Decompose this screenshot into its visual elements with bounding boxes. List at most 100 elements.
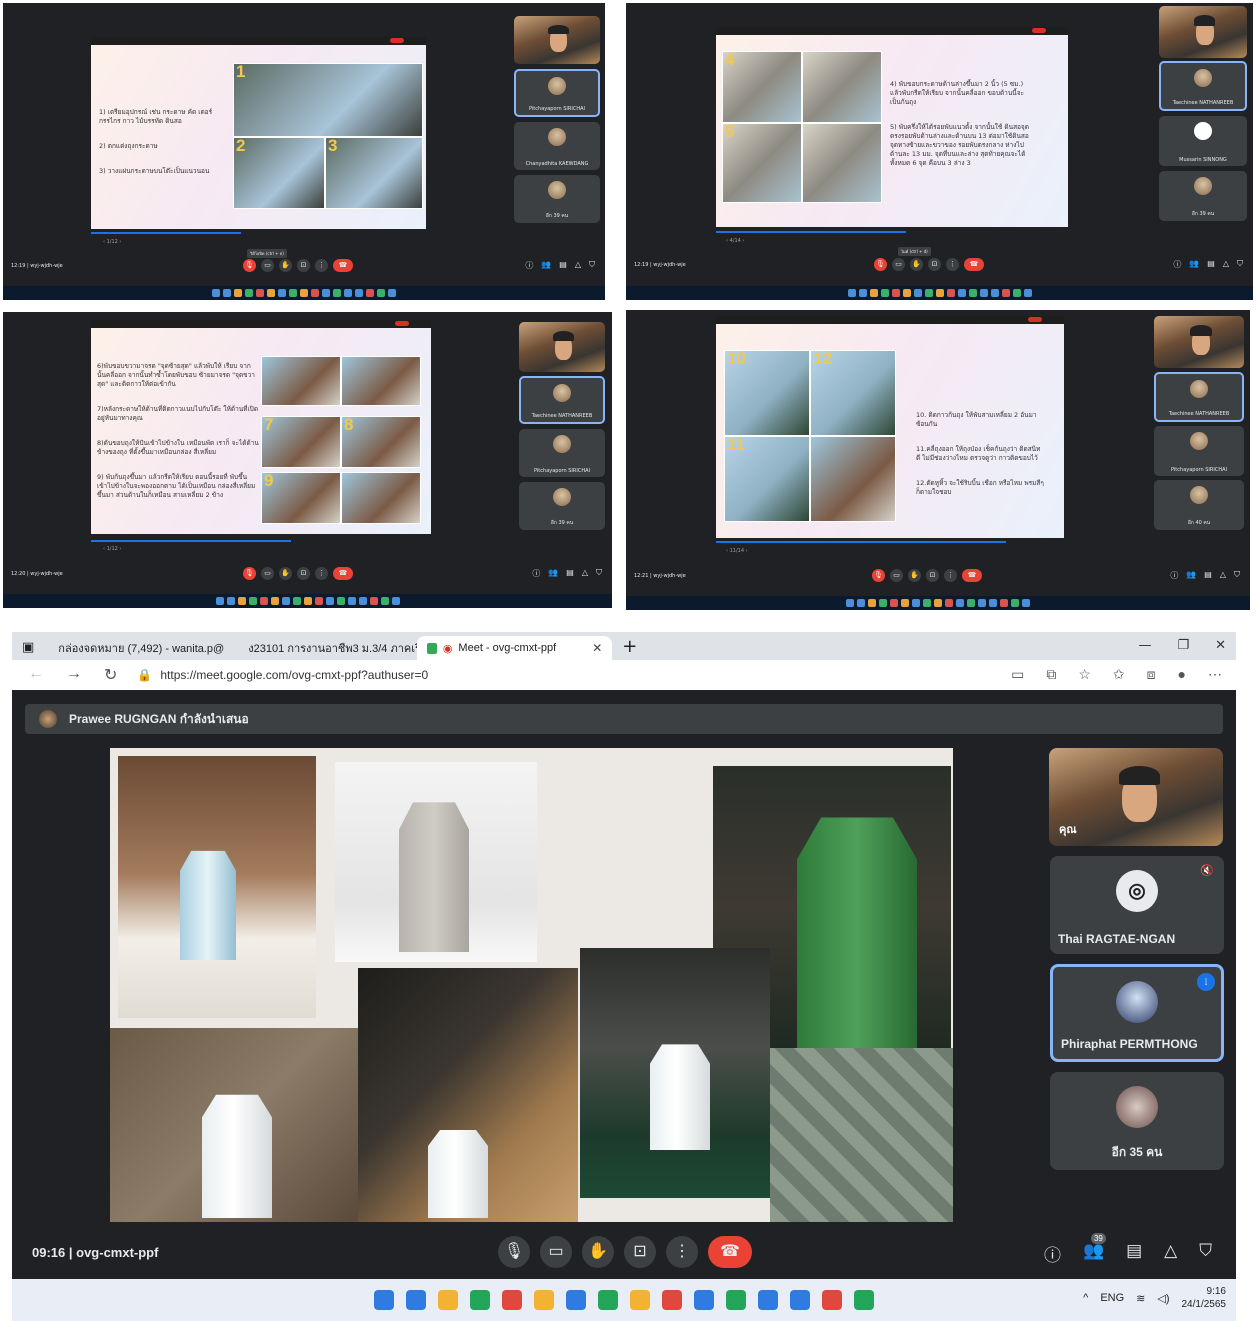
more-participants-tile[interactable]: อีก 39 คน [1159, 171, 1247, 221]
chat-icon[interactable]: ▤ [566, 568, 574, 579]
camera-button[interactable]: ▭ [261, 259, 274, 272]
more-participants-tile[interactable]: อีก 39 คน [514, 175, 600, 223]
present-button[interactable]: ⊡ [297, 567, 310, 580]
participant-tile[interactable]: Taechinee NATHANREEB [1159, 61, 1247, 111]
raise-hand-button[interactable]: ✋ [908, 569, 921, 582]
mic-button[interactable]: 🎙 [498, 1236, 530, 1268]
more-options-button[interactable]: ⋮ [315, 567, 328, 580]
search-icon[interactable] [406, 1290, 426, 1310]
collections-icon[interactable]: ⧈ [1147, 666, 1156, 683]
raise-hand-button[interactable]: ✋ [582, 1236, 614, 1268]
people-icon[interactable]: 👥 39 [1083, 1233, 1106, 1266]
start-icon[interactable] [847, 289, 856, 297]
hang-up-button[interactable]: ☎ [964, 258, 984, 271]
new-tab-button[interactable]: + [612, 636, 647, 660]
participant-tile[interactable]: Pitchayaporn SIRICHAI [514, 69, 600, 117]
hang-up-button[interactable]: ☎ [962, 569, 982, 582]
volume-icon[interactable]: ◁) [1157, 1292, 1169, 1305]
participant-tile[interactable]: Taechinee NATHANREEB [1154, 372, 1244, 422]
menu-icon[interactable]: ⋯ [1208, 666, 1222, 683]
more-participants-tile[interactable]: อีก 40 คน [1154, 480, 1244, 530]
close-window-icon[interactable]: ✕ [1215, 638, 1226, 653]
present-button[interactable]: ⊡ [926, 569, 939, 582]
mic-button[interactable]: 🎙 [243, 259, 256, 272]
start-icon[interactable] [212, 289, 220, 297]
slide-pager[interactable]: ‹ 1/12 › [103, 239, 121, 245]
restore-icon[interactable]: ❐ [1177, 638, 1189, 653]
tab-meet[interactable]: ◉ Meet - ovg-cmxt-ppf ✕ [417, 636, 613, 660]
wifi-icon[interactable]: ≋ [1136, 1292, 1145, 1305]
participant-tile[interactable]: Taechinee NATHANREEB [519, 376, 605, 424]
participant-tile[interactable]: Mussarin SINNONG [1159, 116, 1247, 166]
tab-actions-icon[interactable]: ▣ [18, 640, 42, 660]
tray-clock[interactable]: 9:16 24/1/2565 [1182, 1285, 1227, 1311]
participant-tile[interactable]: Pitchayaporn SIRICHAI [519, 429, 605, 477]
chat-icon[interactable]: ▤ [559, 260, 567, 271]
present-button[interactable]: ⊡ [624, 1236, 656, 1268]
more-participants-tile[interactable]: อีก 39 คน [519, 482, 605, 530]
forward-icon[interactable]: → [66, 665, 82, 685]
host-controls-icon[interactable]: ⛉ [1199, 1241, 1212, 1266]
refresh-icon[interactable]: ↻ [104, 665, 117, 685]
favorites-bar-icon[interactable]: ✩ [1113, 666, 1125, 683]
camera-button[interactable]: ▭ [890, 569, 903, 582]
slide-pager[interactable]: ‹ 4/14 › [726, 238, 744, 244]
tab-gmail[interactable]: กล่องจดหมาย (7,492) - wanita.p@✕ [42, 636, 232, 660]
slide-pager[interactable]: ‹ 11/14 › [726, 548, 748, 554]
chevron-up-icon[interactable]: ^ [1083, 1292, 1088, 1304]
info-icon[interactable]: ⓘ [1173, 259, 1181, 270]
activities-icon[interactable]: △ [582, 568, 588, 579]
participant-tile[interactable]: Chanyadhita KAEWDANG [514, 122, 600, 170]
people-icon[interactable]: 👥 [1186, 570, 1196, 581]
mic-button[interactable]: 🎙 [874, 258, 887, 271]
close-icon[interactable]: ✕ [592, 641, 602, 655]
camera-button[interactable]: ▭ [892, 258, 905, 271]
camera-permission-icon[interactable]: ▭ [1011, 666, 1024, 683]
participant-tile[interactable]: Pitchayaporn SIRICHAI [1154, 426, 1244, 476]
people-icon[interactable]: 👥 [541, 260, 551, 271]
camera-button[interactable]: ▭ [261, 567, 274, 580]
profile-icon[interactable]: ● [1178, 666, 1186, 683]
chat-icon[interactable]: ▤ [1126, 1241, 1142, 1266]
host-controls-icon[interactable]: ⛉ [589, 260, 595, 271]
back-icon[interactable]: ← [28, 665, 44, 685]
mic-button[interactable]: 🎙 [872, 569, 885, 582]
hang-up-button[interactable]: ☎ [708, 1236, 752, 1268]
info-icon[interactable]: ⓘ [532, 568, 540, 579]
info-icon[interactable]: ⓘ [1170, 570, 1178, 581]
minimize-icon[interactable]: — [1138, 638, 1151, 653]
hang-up-button[interactable]: ☎ [333, 567, 353, 580]
chat-icon[interactable]: ▤ [1207, 259, 1215, 270]
mic-button[interactable]: 🎙 [243, 567, 256, 580]
open-external-icon[interactable]: ⧉ [1046, 666, 1056, 683]
url-field[interactable]: https://meet.google.com/ovg-cmxt-ppf?aut… [160, 668, 428, 682]
tab-classroom[interactable]: ง23101 การงานอาชีพ3 ม.3/4 ภาคเรี✕ [232, 636, 417, 660]
raise-hand-button[interactable]: ✋ [279, 567, 292, 580]
present-button[interactable]: ⊡ [297, 259, 310, 272]
more-options-button[interactable]: ⋮ [946, 258, 959, 271]
people-icon[interactable]: 👥 [1189, 259, 1199, 270]
hang-up-button[interactable]: ☎ [333, 259, 353, 272]
start-icon[interactable] [374, 1290, 394, 1310]
chat-icon[interactable]: ▤ [1204, 570, 1212, 581]
activities-icon[interactable]: △ [1164, 1241, 1177, 1266]
more-options-button[interactable]: ⋮ [315, 259, 328, 272]
more-options-button[interactable]: ⋮ [666, 1236, 698, 1268]
participant-tile-speaking[interactable]: ⦙ Phiraphat PERMTHONG [1050, 964, 1224, 1062]
host-controls-icon[interactable]: ⛉ [1237, 259, 1243, 270]
raise-hand-button[interactable]: ✋ [279, 259, 292, 272]
host-controls-icon[interactable]: ⛉ [596, 568, 602, 579]
more-options-button[interactable]: ⋮ [944, 569, 957, 582]
activities-icon[interactable]: △ [575, 260, 581, 271]
participant-tile[interactable]: 🔇 ◎ Thai RAGTAE-NGAN [1050, 856, 1224, 954]
start-icon[interactable] [846, 599, 854, 607]
favorite-icon[interactable]: ☆ [1078, 666, 1091, 683]
people-icon[interactable]: 👥 [548, 568, 558, 579]
host-controls-icon[interactable]: ⛉ [1234, 570, 1240, 581]
raise-hand-button[interactable]: ✋ [910, 258, 923, 271]
start-icon[interactable] [215, 597, 224, 605]
slide-pager[interactable]: ‹ 1/12 › [103, 546, 121, 552]
more-participants-tile[interactable]: อีก 35 คน [1050, 1072, 1224, 1170]
activities-icon[interactable]: △ [1223, 259, 1229, 270]
info-icon[interactable]: ⓘ [525, 260, 533, 271]
